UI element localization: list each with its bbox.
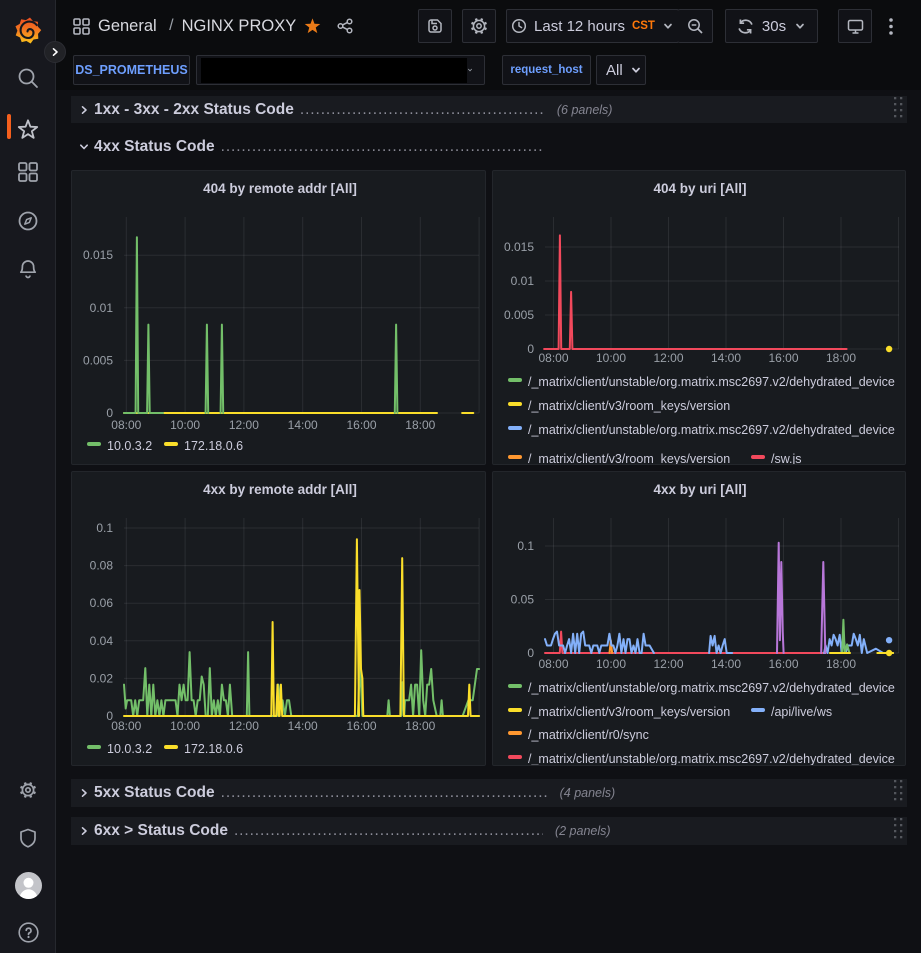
svg-text:0.01: 0.01 xyxy=(90,301,114,315)
svg-text:404 by uri [All]: 404 by uri [All] xyxy=(653,181,746,196)
svg-text:14:00: 14:00 xyxy=(288,719,318,733)
svg-text:0.08: 0.08 xyxy=(90,559,114,573)
svg-text:0.005: 0.005 xyxy=(504,308,534,322)
svg-text:16:00: 16:00 xyxy=(346,418,376,432)
svg-text:12:00: 12:00 xyxy=(653,351,683,365)
svg-text:/_matrix/client/r0/sync: /_matrix/client/r0/sync xyxy=(528,728,649,742)
svg-text:0.02: 0.02 xyxy=(90,671,114,685)
svg-text:0.015: 0.015 xyxy=(83,248,113,262)
svg-text:10.0.3.2: 10.0.3.2 xyxy=(107,742,152,756)
svg-text:0.05: 0.05 xyxy=(511,593,535,607)
svg-text:08:00: 08:00 xyxy=(538,657,568,671)
svg-text:/_matrix/client/unstable/org.m: /_matrix/client/unstable/org.matrix.msc2… xyxy=(528,752,895,766)
svg-text:404 by remote addr [All]: 404 by remote addr [All] xyxy=(203,181,357,196)
svg-text:12:00: 12:00 xyxy=(653,657,683,671)
svg-text:10:00: 10:00 xyxy=(170,719,200,733)
svg-text:10:00: 10:00 xyxy=(596,657,626,671)
svg-text:/_matrix/client/v3/room_keys/v: /_matrix/client/v3/room_keys/version xyxy=(528,452,730,465)
svg-text:18:00: 18:00 xyxy=(826,657,856,671)
svg-text:172.18.0.6: 172.18.0.6 xyxy=(184,742,243,756)
svg-text:/_matrix/client/unstable/org.m: /_matrix/client/unstable/org.matrix.msc2… xyxy=(528,681,895,695)
svg-text:14:00: 14:00 xyxy=(711,657,741,671)
svg-text:12:00: 12:00 xyxy=(229,418,259,432)
svg-text:4xx by uri [All]: 4xx by uri [All] xyxy=(653,482,746,497)
svg-text:18:00: 18:00 xyxy=(405,719,435,733)
svg-text:08:00: 08:00 xyxy=(111,418,141,432)
svg-text:18:00: 18:00 xyxy=(405,418,435,432)
svg-text:/_matrix/client/v3/room_keys/v: /_matrix/client/v3/room_keys/version xyxy=(528,399,730,413)
svg-text:0: 0 xyxy=(527,342,534,356)
svg-text:10.0.3.2: 10.0.3.2 xyxy=(107,439,152,453)
svg-text:0: 0 xyxy=(527,646,534,660)
svg-text:10:00: 10:00 xyxy=(596,351,626,365)
svg-text:16:00: 16:00 xyxy=(768,351,798,365)
svg-text:08:00: 08:00 xyxy=(111,719,141,733)
svg-text:12:00: 12:00 xyxy=(229,719,259,733)
svg-text:/_matrix/client/unstable/org.m: /_matrix/client/unstable/org.matrix.msc2… xyxy=(528,375,895,389)
svg-text:08:00: 08:00 xyxy=(538,351,568,365)
svg-text:172.18.0.6: 172.18.0.6 xyxy=(184,439,243,453)
svg-text:14:00: 14:00 xyxy=(711,351,741,365)
svg-text:16:00: 16:00 xyxy=(346,719,376,733)
svg-text:0.06: 0.06 xyxy=(90,596,114,610)
svg-text:16:00: 16:00 xyxy=(768,657,798,671)
svg-text:18:00: 18:00 xyxy=(826,351,856,365)
svg-text:0.1: 0.1 xyxy=(96,521,113,535)
svg-text:0.1: 0.1 xyxy=(517,539,534,553)
svg-text:/sw.js: /sw.js xyxy=(771,452,802,465)
svg-text:10:00: 10:00 xyxy=(170,418,200,432)
svg-text:0.04: 0.04 xyxy=(90,634,114,648)
svg-text:14:00: 14:00 xyxy=(288,418,318,432)
svg-text:0.015: 0.015 xyxy=(504,240,534,254)
svg-text:/_matrix/client/unstable/org.m: /_matrix/client/unstable/org.matrix.msc2… xyxy=(528,423,895,437)
svg-text:0.005: 0.005 xyxy=(83,353,113,367)
svg-text:/api/live/ws: /api/live/ws xyxy=(771,705,832,719)
svg-text:/_matrix/client/v3/room_keys/v: /_matrix/client/v3/room_keys/version xyxy=(528,705,730,719)
svg-text:4xx by remote addr [All]: 4xx by remote addr [All] xyxy=(203,482,357,497)
svg-text:0.01: 0.01 xyxy=(511,274,535,288)
